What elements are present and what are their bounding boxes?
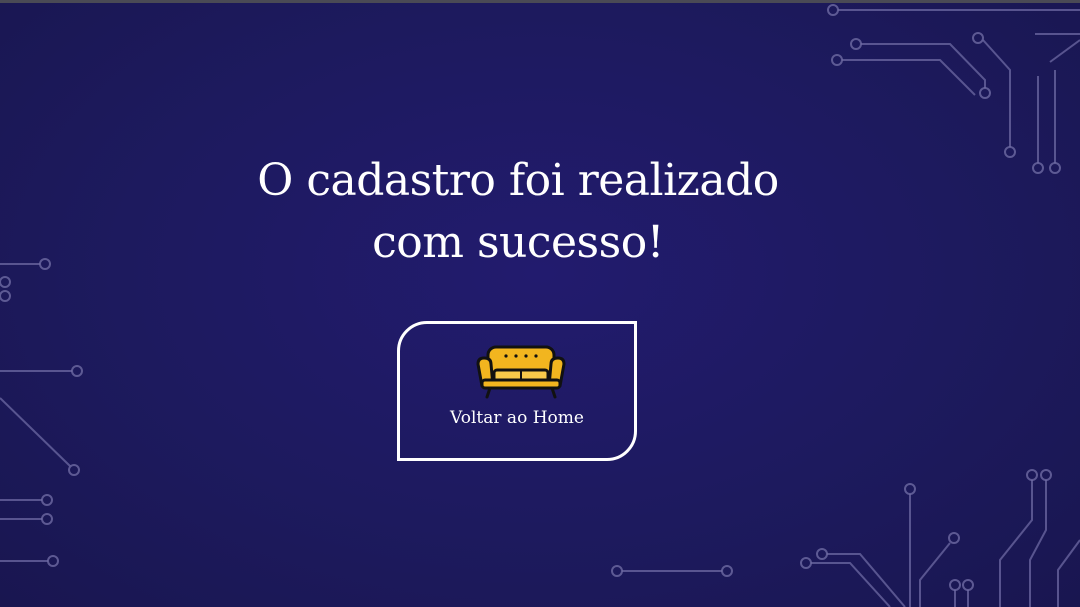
success-message-line2: com sucesso!	[372, 217, 664, 268]
success-message-line1: O cadastro foi realizado	[257, 155, 779, 206]
circuit-decoration	[0, 4, 1080, 607]
back-to-home-button[interactable]: Voltar ao Home	[397, 321, 637, 461]
back-to-home-label: Voltar ao Home	[450, 408, 584, 428]
success-message: O cadastro foi realizado com sucesso!	[180, 150, 856, 274]
sofa-icon	[476, 345, 566, 399]
